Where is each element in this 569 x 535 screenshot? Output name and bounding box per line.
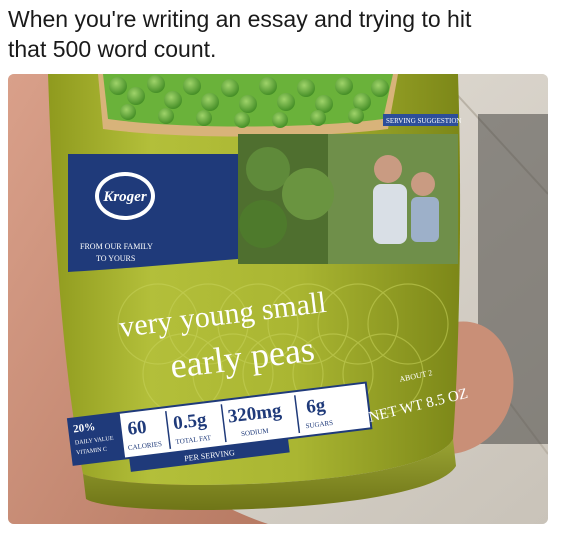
calories-value: 60: [126, 417, 147, 440]
kroger-logo: Kroger: [102, 189, 147, 205]
meme-caption: When you're writing an essay and trying …: [8, 4, 563, 64]
family-photo: [238, 134, 458, 264]
caption-line-1: When you're writing an essay and trying …: [8, 6, 472, 32]
serving-suggestion-text: SERVING SUGGESTION: [386, 117, 461, 125]
peas-photo: [98, 74, 398, 137]
brand-panel: Kroger FROM OUR FAMILY TO YOURS: [68, 154, 238, 272]
tagline-line-2: TO YOURS: [96, 254, 135, 263]
tagline-line-1: FROM OUR FAMILY: [80, 242, 153, 251]
sugars-value: 6g: [305, 395, 327, 418]
can-photo: SERVING SUGGESTION Kroger FROM OUR FAMIL…: [8, 74, 548, 524]
serving-suggestion-tab: SERVING SUGGESTION: [383, 114, 461, 126]
fat-value: 0.5g: [172, 409, 208, 434]
caption-line-2: that 500 word count.: [8, 36, 217, 62]
